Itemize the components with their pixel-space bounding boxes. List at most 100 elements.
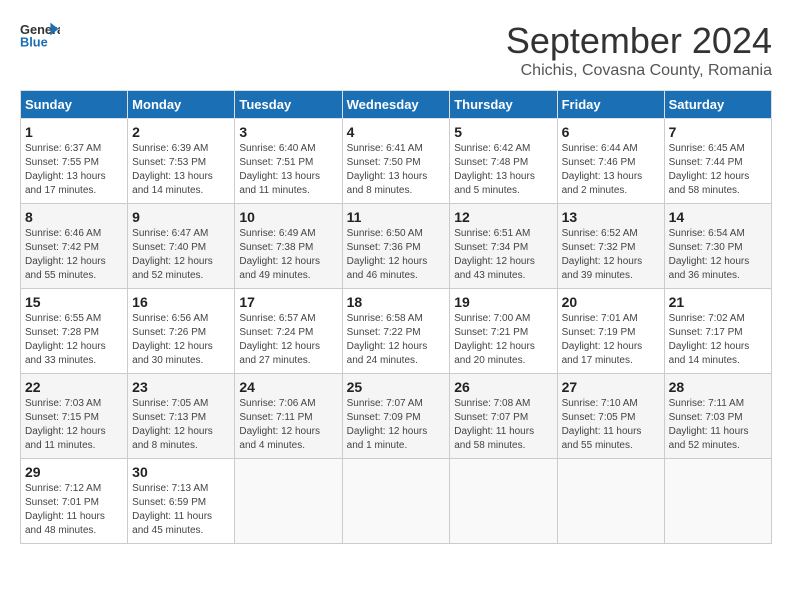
day-number: 26 <box>454 379 552 395</box>
calendar-cell <box>235 459 342 544</box>
calendar-cell <box>557 459 664 544</box>
week-row-4: 22 Sunrise: 7:03 AM Sunset: 7:15 PM Dayli… <box>21 374 772 459</box>
day-info: Sunrise: 6:40 AM Sunset: 7:51 PM Dayligh… <box>239 142 337 198</box>
week-row-3: 15 Sunrise: 6:55 AM Sunset: 7:28 PM Dayli… <box>21 289 772 374</box>
col-thursday: Thursday <box>450 91 557 119</box>
day-number: 4 <box>347 124 446 140</box>
calendar-cell <box>664 459 771 544</box>
calendar-cell: 13Sunrise: 6:52 AM Sunset: 7:32 PM Dayli… <box>557 204 664 289</box>
day-info: Sunrise: 7:13 AM Sunset: 6:59 PM Dayligh… <box>132 482 230 538</box>
day-info: Sunrise: 6:47 AM Sunset: 7:40 PM Dayligh… <box>132 227 230 283</box>
day-info: Sunrise: 6:45 AM Sunset: 7:44 PM Dayligh… <box>669 142 767 198</box>
day-number: 2 <box>132 124 230 140</box>
col-wednesday: Wednesday <box>342 91 450 119</box>
day-info: Sunrise: 7:03 AM Sunset: 7:15 PM Dayligh… <box>25 397 123 453</box>
calendar-cell: 14 Sunrise: 6:54 AM Sunset: 7:30 PM Dayli… <box>664 204 771 289</box>
calendar-cell: 27 Sunrise: 7:10 AM Sunset: 7:05 PM Dayli… <box>557 374 664 459</box>
calendar-cell: 26 Sunrise: 7:08 AM Sunset: 7:07 PM Dayli… <box>450 374 557 459</box>
day-info: Sunrise: 7:02 AM Sunset: 7:17 PM Dayligh… <box>669 312 767 368</box>
day-info: Sunrise: 6:50 AM Sunset: 7:36 PM Dayligh… <box>347 227 446 283</box>
day-number: 8 <box>25 209 123 225</box>
calendar-cell: 21 Sunrise: 7:02 AM Sunset: 7:17 PM Dayli… <box>664 289 771 374</box>
day-number: 29 <box>25 464 123 480</box>
day-info: Sunrise: 7:08 AM Sunset: 7:07 PM Dayligh… <box>454 397 552 453</box>
day-info: Sunrise: 6:44 AM Sunset: 7:46 PM Dayligh… <box>562 142 660 198</box>
calendar-cell: 1Sunrise: 6:37 AM Sunset: 7:55 PM Daylig… <box>21 119 128 204</box>
calendar-cell: 20Sunrise: 7:01 AM Sunset: 7:19 PM Dayli… <box>557 289 664 374</box>
week-row-2: 8Sunrise: 6:46 AM Sunset: 7:42 PM Daylig… <box>21 204 772 289</box>
calendar-cell: 10Sunrise: 6:49 AM Sunset: 7:38 PM Dayli… <box>235 204 342 289</box>
day-number: 3 <box>239 124 337 140</box>
day-number: 9 <box>132 209 230 225</box>
calendar-cell: 12 Sunrise: 6:51 AM Sunset: 7:34 PM Dayli… <box>450 204 557 289</box>
day-info: Sunrise: 7:11 AM Sunset: 7:03 PM Dayligh… <box>669 397 767 453</box>
day-info: Sunrise: 6:55 AM Sunset: 7:28 PM Dayligh… <box>25 312 123 368</box>
day-number: 16 <box>132 294 230 310</box>
day-number: 27 <box>562 379 660 395</box>
col-saturday: Saturday <box>664 91 771 119</box>
calendar-cell: 25 Sunrise: 7:07 AM Sunset: 7:09 PM Dayli… <box>342 374 450 459</box>
calendar-cell: 23 Sunrise: 7:05 AM Sunset: 7:13 PM Dayli… <box>128 374 235 459</box>
day-info: Sunrise: 6:41 AM Sunset: 7:50 PM Dayligh… <box>347 142 446 198</box>
calendar-cell: 3 Sunrise: 6:40 AM Sunset: 7:51 PM Daylig… <box>235 119 342 204</box>
week-row-1: 1Sunrise: 6:37 AM Sunset: 7:55 PM Daylig… <box>21 119 772 204</box>
col-monday: Monday <box>128 91 235 119</box>
day-number: 23 <box>132 379 230 395</box>
day-number: 5 <box>454 124 552 140</box>
day-number: 14 <box>669 209 767 225</box>
col-tuesday: Tuesday <box>235 91 342 119</box>
calendar-cell: 15 Sunrise: 6:55 AM Sunset: 7:28 PM Dayli… <box>21 289 128 374</box>
calendar-cell: 19 Sunrise: 7:00 AM Sunset: 7:21 PM Dayli… <box>450 289 557 374</box>
day-number: 17 <box>239 294 337 310</box>
day-number: 11 <box>347 209 446 225</box>
day-number: 12 <box>454 209 552 225</box>
calendar-cell: 29Sunrise: 7:12 AM Sunset: 7:01 PM Dayli… <box>21 459 128 544</box>
day-number: 25 <box>347 379 446 395</box>
calendar-cell: 11 Sunrise: 6:50 AM Sunset: 7:36 PM Dayli… <box>342 204 450 289</box>
calendar-cell: 24Sunrise: 7:06 AM Sunset: 7:11 PM Dayli… <box>235 374 342 459</box>
day-number: 22 <box>25 379 123 395</box>
calendar-cell: 28 Sunrise: 7:11 AM Sunset: 7:03 PM Dayli… <box>664 374 771 459</box>
day-info: Sunrise: 6:54 AM Sunset: 7:30 PM Dayligh… <box>669 227 767 283</box>
day-info: Sunrise: 6:42 AM Sunset: 7:48 PM Dayligh… <box>454 142 552 198</box>
day-number: 28 <box>669 379 767 395</box>
calendar-cell: 22 Sunrise: 7:03 AM Sunset: 7:15 PM Dayli… <box>21 374 128 459</box>
day-info: Sunrise: 6:58 AM Sunset: 7:22 PM Dayligh… <box>347 312 446 368</box>
title-area: September 2024 Chichis, Covasna County, … <box>506 20 772 80</box>
day-number: 7 <box>669 124 767 140</box>
day-info: Sunrise: 7:07 AM Sunset: 7:09 PM Dayligh… <box>347 397 446 453</box>
day-info: Sunrise: 7:10 AM Sunset: 7:05 PM Dayligh… <box>562 397 660 453</box>
calendar-cell: 4 Sunrise: 6:41 AM Sunset: 7:50 PM Daylig… <box>342 119 450 204</box>
calendar-cell: 2 Sunrise: 6:39 AM Sunset: 7:53 PM Daylig… <box>128 119 235 204</box>
day-number: 20 <box>562 294 660 310</box>
location-subtitle: Chichis, Covasna County, Romania <box>506 62 772 80</box>
day-number: 10 <box>239 209 337 225</box>
logo: General Blue <box>20 20 60 50</box>
day-number: 13 <box>562 209 660 225</box>
day-number: 21 <box>669 294 767 310</box>
calendar-cell: 18 Sunrise: 6:58 AM Sunset: 7:22 PM Dayli… <box>342 289 450 374</box>
day-number: 15 <box>25 294 123 310</box>
day-number: 18 <box>347 294 446 310</box>
calendar-cell: 9 Sunrise: 6:47 AM Sunset: 7:40 PM Daylig… <box>128 204 235 289</box>
day-info: Sunrise: 6:56 AM Sunset: 7:26 PM Dayligh… <box>132 312 230 368</box>
day-number: 30 <box>132 464 230 480</box>
calendar-cell <box>450 459 557 544</box>
calendar-table: Sunday Monday Tuesday Wednesday Thursday… <box>20 90 772 544</box>
day-info: Sunrise: 6:39 AM Sunset: 7:53 PM Dayligh… <box>132 142 230 198</box>
calendar-cell: 17 Sunrise: 6:57 AM Sunset: 7:24 PM Dayli… <box>235 289 342 374</box>
logo-icon: General Blue <box>20 20 60 50</box>
day-info: Sunrise: 6:51 AM Sunset: 7:34 PM Dayligh… <box>454 227 552 283</box>
day-info: Sunrise: 7:00 AM Sunset: 7:21 PM Dayligh… <box>454 312 552 368</box>
calendar-cell: 16 Sunrise: 6:56 AM Sunset: 7:26 PM Dayli… <box>128 289 235 374</box>
calendar-cell: 7 Sunrise: 6:45 AM Sunset: 7:44 PM Daylig… <box>664 119 771 204</box>
day-info: Sunrise: 7:05 AM Sunset: 7:13 PM Dayligh… <box>132 397 230 453</box>
svg-text:Blue: Blue <box>20 35 48 50</box>
calendar-cell: 8Sunrise: 6:46 AM Sunset: 7:42 PM Daylig… <box>21 204 128 289</box>
month-title: September 2024 <box>506 20 772 62</box>
calendar-cell: 5 Sunrise: 6:42 AM Sunset: 7:48 PM Daylig… <box>450 119 557 204</box>
day-info: Sunrise: 6:57 AM Sunset: 7:24 PM Dayligh… <box>239 312 337 368</box>
day-number: 19 <box>454 294 552 310</box>
calendar-cell: 6 Sunrise: 6:44 AM Sunset: 7:46 PM Daylig… <box>557 119 664 204</box>
day-number: 6 <box>562 124 660 140</box>
